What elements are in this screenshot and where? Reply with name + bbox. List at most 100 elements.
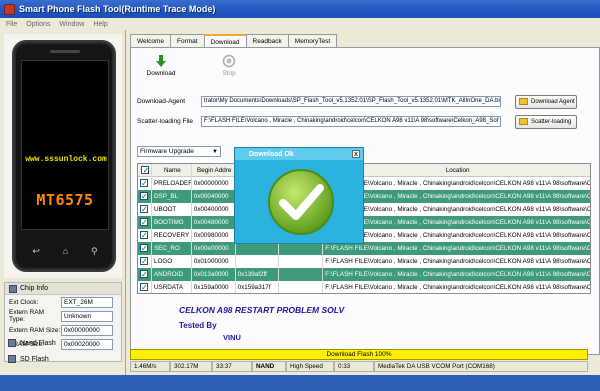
row-checkbox[interactable] — [138, 190, 152, 203]
status-bar: 1.46M/s 302.17M 33:37 NAND High Speed 0:… — [130, 361, 588, 372]
table-row[interactable]: SEC_RO0x00e00000F:\FLASH FILE\Volcano , … — [138, 242, 590, 255]
row-checkbox[interactable] — [138, 229, 152, 242]
ext-clock-label: Ext Clock: — [9, 298, 39, 306]
tab-download[interactable]: Download — [203, 34, 247, 48]
row-begin-address: 0x01000000 — [192, 255, 236, 268]
stop-icon — [222, 54, 236, 68]
window-title: Smart Phone Flash Tool(Runtime Trace Mod… — [19, 4, 216, 14]
row-location: F:\FLASH FILE\Volcano , Miracle , Chinak… — [325, 284, 590, 291]
flash-tool-window: Smart Phone Flash Tool(Runtime Trace Mod… — [0, 0, 600, 391]
sd-flash-button[interactable]: SD Flash — [4, 352, 122, 366]
header-checkbox[interactable] — [138, 164, 152, 177]
menu-file[interactable]: File — [6, 21, 17, 28]
download-agent-input[interactable]: trator\My Documents\Downloads\SP_Flash_T… — [201, 96, 501, 107]
table-row[interactable]: DSP_BL0x00040000F:\FLASH FILE\Volcano , … — [138, 190, 590, 203]
caption-tested-by: Tested By — [179, 321, 217, 330]
menu-help[interactable]: Help — [93, 21, 107, 28]
dialog-title-bar[interactable]: Download Ok x — [235, 148, 363, 160]
checkbox-checked-icon[interactable] — [140, 255, 148, 268]
table-row[interactable]: BOOTIMG0x00480000F:\FLASH FILE\Volcano ,… — [138, 216, 590, 229]
download-tab-body: Download Stop Download-Agent trator\My D… — [130, 47, 600, 355]
nand-flash-button[interactable]: Nand Flash — [4, 336, 122, 350]
table-row[interactable]: PRELOADER0x00000000F:\FLASH FILE\Volcano… — [138, 177, 590, 190]
sd-flash-label: SD Flash — [20, 355, 49, 363]
scatter-loading-button[interactable]: Scatter-loading — [515, 114, 577, 129]
row-name: RECOVERY — [152, 229, 192, 242]
status-elapsed: 0:33 — [334, 361, 374, 372]
phone-image: www.sssunlock.com MT6575 ↩ ⌂ ⚲ — [12, 40, 116, 272]
ext-clock-value: EXT_26M — [61, 296, 113, 308]
row-checkbox[interactable] — [138, 203, 152, 216]
menu-options[interactable]: Options — [26, 21, 50, 28]
checkbox-checked-icon[interactable] — [140, 242, 148, 255]
checkbox-checked-icon[interactable] — [140, 216, 148, 229]
row-end-address: 0x159a317f — [236, 281, 280, 293]
menu-window[interactable]: Window — [59, 21, 84, 28]
row-name: ANDROID — [152, 268, 192, 281]
row-begin-address: 0x00480000 — [192, 216, 236, 229]
checkbox-checked-icon[interactable] — [140, 203, 148, 216]
desktop-background — [0, 375, 600, 391]
table-row[interactable]: RECOVERY0x00980000F:\FLASH FILE\Volcano … — [138, 229, 590, 242]
row-checkbox[interactable] — [138, 216, 152, 229]
back-icon: ↩ — [32, 245, 40, 256]
phone-nav-buttons: ↩ ⌂ ⚲ — [21, 240, 109, 262]
row-checkbox[interactable] — [138, 242, 152, 255]
row-begin-address: 0x00980000 — [192, 229, 236, 242]
tab-welcome[interactable]: Welcome — [130, 34, 171, 47]
download-button[interactable]: Download — [141, 54, 181, 77]
ram-size-label: Extern RAM Size: — [9, 326, 61, 334]
row-begin-address: 0x00400000 — [192, 203, 236, 216]
row-name: UBOOT — [152, 203, 192, 216]
row-checkbox[interactable] — [138, 268, 152, 281]
tab-readback[interactable]: Readback — [245, 34, 289, 47]
checkbox-checked-icon[interactable] — [140, 190, 148, 203]
row-checkbox[interactable] — [138, 177, 152, 190]
checkmark-icon — [268, 169, 334, 235]
checkbox-checked-icon[interactable] — [140, 229, 148, 242]
scatter-loading-button-label: Scatter-loading — [531, 118, 572, 125]
table-row[interactable]: ANDROID0x013a00000x139af2ff F:\FLASH FILE… — [138, 268, 590, 281]
sd-icon — [8, 355, 16, 363]
row-location: F:\FLASH FILE\Volcano , Miracle , Chinak… — [325, 271, 590, 278]
row-checkbox[interactable] — [138, 255, 152, 268]
stop-button[interactable]: Stop — [209, 54, 249, 77]
tab-memorytest[interactable]: MemoryTest — [287, 34, 338, 47]
row-col4 — [279, 281, 324, 293]
checkbox-checked-icon[interactable] — [140, 177, 148, 190]
row-name: USRDATA — [152, 281, 192, 293]
row-end-address: 0x139af2ff — [236, 268, 280, 281]
checkbox-checked-icon[interactable] — [140, 268, 148, 281]
download-arrow-icon — [156, 55, 166, 67]
scatter-input[interactable]: F:\FLASH FILE\Volcano , Miracle , Chinak… — [201, 116, 501, 127]
status-speed: 1.46M/s — [130, 361, 170, 372]
checkbox-checked-icon[interactable] — [140, 281, 148, 293]
table-row[interactable]: USRDATA0x159a00000x159a317f F:\FLASH FILE… — [138, 281, 590, 293]
ram-type-value: Unknown — [61, 310, 113, 322]
row-location: F:\FLASH FILE\Volcano , Miracle , Chinak… — [325, 258, 590, 265]
chip-info-row: Extern RAM Type: Unknown — [5, 309, 121, 323]
chip-info-header[interactable]: Chip Info — [5, 283, 121, 295]
download-label: Download — [146, 70, 176, 77]
header-name[interactable]: Name — [152, 164, 192, 177]
phone-url-text: www.sssunlock.com — [25, 155, 107, 164]
close-icon[interactable]: x — [352, 150, 360, 158]
chip-info-row: Ext Clock: EXT_26M — [5, 295, 121, 309]
caption-problem: CELKON A98 RESTART PROBLEM SOLV — [179, 305, 345, 315]
folder-icon — [519, 98, 528, 105]
row-name: PRELOADER — [152, 177, 192, 190]
home-icon: ⌂ — [62, 246, 69, 256]
nand-icon — [8, 339, 16, 347]
title-bar[interactable]: Smart Phone Flash Tool(Runtime Trace Mod… — [0, 0, 600, 18]
mode-select[interactable]: Firmware Upgrade ▼ — [137, 146, 221, 157]
table-row[interactable]: LOGO0x01000000 F:\FLASH FILE\Volcano , Mi… — [138, 255, 590, 268]
scatter-row: Scatter-loading File F:\FLASH FILE\Volca… — [137, 114, 577, 129]
row-checkbox[interactable] — [138, 281, 152, 293]
row-begin-address: 0x013a0000 — [192, 268, 236, 281]
header-begin[interactable]: Begin Addre — [192, 164, 236, 177]
download-agent-button[interactable]: Download Agent — [515, 94, 577, 109]
table-row[interactable]: UBOOT0x00400000F:\FLASH FILE\Volcano , M… — [138, 203, 590, 216]
phone-screen: www.sssunlock.com MT6575 — [21, 60, 109, 230]
table-header: Name Begin Addre Location — [138, 164, 590, 177]
tab-format[interactable]: Format — [169, 34, 205, 47]
